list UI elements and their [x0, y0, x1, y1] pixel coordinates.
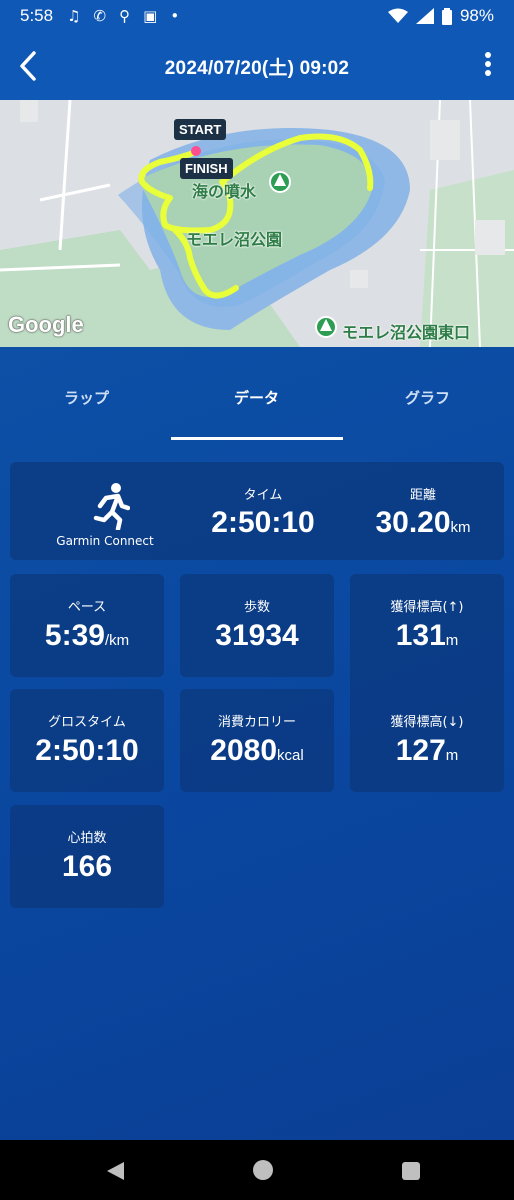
- gross-time-label: グロスタイム: [48, 715, 126, 730]
- start-marker: START: [174, 119, 227, 140]
- battery-icon: [441, 7, 452, 25]
- nav-home-icon[interactable]: [252, 1159, 274, 1181]
- elevation-card: 獲得標高(↑) 131m 獲得標高(↓) 127m: [350, 574, 504, 792]
- distance-unit: km: [450, 519, 471, 536]
- top-bar: 5:58 ♫ ✆ ⚲ ▣ • 98% 2024/07/20(土) 09:02: [0, 0, 514, 100]
- calories-card: 消費カロリー 2080kcal: [180, 689, 334, 792]
- distance-label: 距離: [409, 488, 436, 503]
- gross-time-value: 2:50:10: [35, 734, 139, 767]
- ascent-value: 131m: [395, 619, 459, 652]
- battery-percent: 98%: [459, 6, 494, 25]
- app-header: 2024/07/20(土) 09:02: [0, 32, 514, 100]
- nav-back-icon[interactable]: [104, 1160, 126, 1182]
- heart-rate-value: 166: [61, 850, 113, 883]
- more-menu-icon[interactable]: [484, 52, 492, 80]
- descent-value: 127m: [395, 734, 459, 767]
- pace-label: ペース: [67, 600, 107, 615]
- call-icon: ✆: [93, 7, 107, 25]
- music-icon: ♫: [67, 7, 81, 25]
- poi-moerenuma-park: モエレ沼公園: [186, 232, 283, 249]
- calories-value: 2080kcal: [210, 734, 304, 767]
- page-title: 2024/07/20(土) 09:02: [164, 57, 350, 79]
- steps-value: 31934: [215, 619, 299, 652]
- dot-icon: •: [170, 7, 180, 25]
- poi-park-east-gate: モエレ沼公園東口: [342, 325, 471, 342]
- google-logo: Google: [8, 312, 84, 337]
- map-canvas: [0, 100, 514, 347]
- pace-value: 5:39/km: [44, 619, 130, 652]
- finish-marker: FINISH: [180, 158, 233, 179]
- data-panel: ラップ データ グラフ Garmin Connect タイム 2:50:10 距…: [0, 347, 514, 1140]
- running-icon: [93, 483, 130, 530]
- status-time: 5:58: [20, 6, 54, 25]
- steps-label: 歩数: [243, 600, 270, 615]
- location-icon: ⚲: [119, 7, 131, 25]
- gross-time-card: グロスタイム 2:50:10: [10, 689, 164, 792]
- steps-card: 歩数 31934: [180, 574, 334, 677]
- poi-fountain: 海の噴水: [192, 184, 257, 201]
- pace-unit: /km: [104, 632, 130, 649]
- descent-label: 獲得標高(↓): [390, 715, 464, 730]
- pace-card: ペース 5:39/km: [10, 574, 164, 677]
- tab-data[interactable]: データ: [234, 387, 279, 408]
- nav-recents-icon[interactable]: [401, 1161, 421, 1181]
- ascent-label: 獲得標高(↑): [390, 600, 464, 615]
- time-value: 2:50:10: [211, 506, 315, 539]
- status-bar: 5:58 ♫ ✆ ⚲ ▣ • 98%: [0, 0, 514, 32]
- back-arrow-icon[interactable]: [14, 48, 44, 84]
- tab-laps[interactable]: ラップ: [64, 387, 109, 408]
- heart-rate-label: 心拍数: [67, 831, 107, 846]
- system-nav-bar: [0, 1140, 514, 1200]
- time-label: タイム: [243, 488, 283, 503]
- tab-bar: ラップ データ グラフ: [0, 347, 514, 441]
- route-map[interactable]: START FINISH 海の噴水 モエレ沼公園 モエレ沼公園東口 Google: [0, 100, 514, 347]
- signal-icon: [415, 8, 434, 24]
- distance-value: 30.20km: [375, 506, 471, 539]
- calories-label: 消費カロリー: [217, 715, 296, 730]
- summary-card: Garmin Connect タイム 2:50:10 距離 30.20km: [10, 462, 504, 560]
- app-notification-icon: ▣: [143, 7, 158, 25]
- source-label: Garmin Connect: [56, 534, 154, 548]
- tab-graph[interactable]: グラフ: [405, 387, 450, 408]
- ascent-unit: m: [445, 632, 459, 649]
- heart-rate-card: 心拍数 166: [10, 805, 164, 908]
- tab-indicator: [171, 437, 343, 440]
- descent-unit: m: [445, 747, 459, 764]
- wifi-icon: [387, 8, 408, 23]
- calories-unit: kcal: [277, 747, 304, 764]
